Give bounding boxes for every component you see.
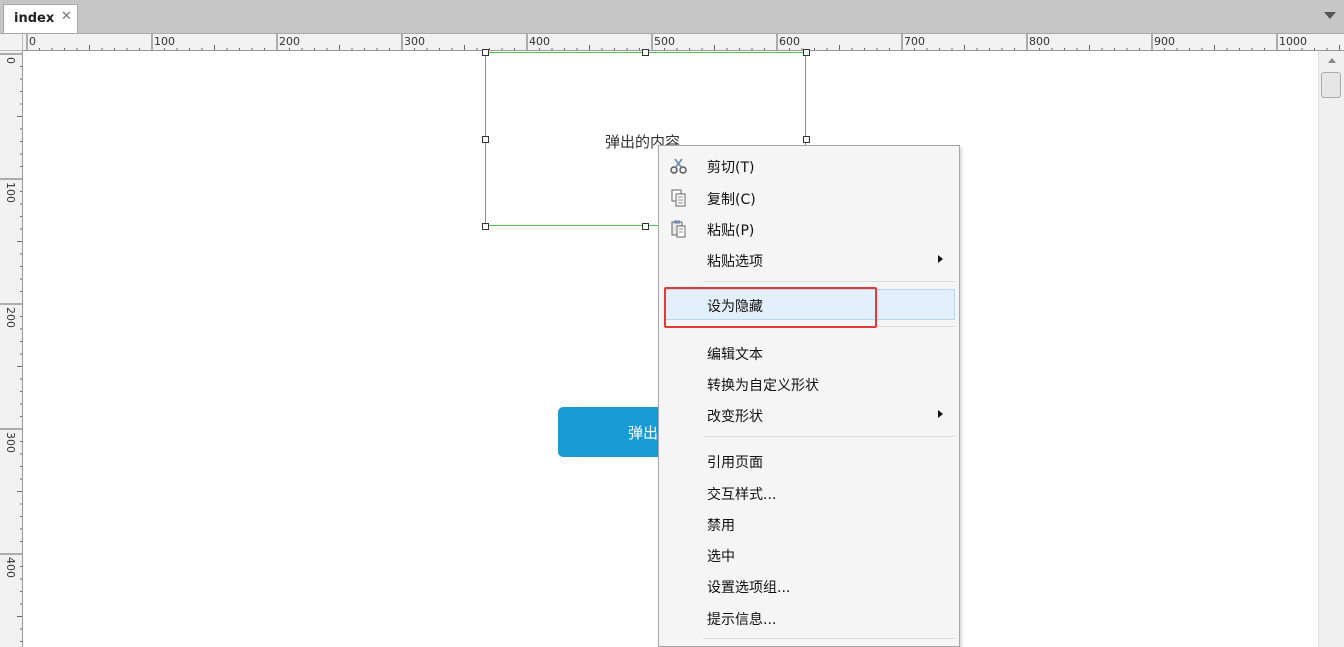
submenu-arrow-icon: [938, 255, 943, 263]
ruler-label-top: 0: [29, 35, 36, 48]
menu-separator: [703, 638, 955, 639]
menu-item-label: 提示信息...: [707, 612, 777, 628]
copy-icon: [671, 189, 686, 207]
menu-item-label: 复制(C): [707, 192, 756, 208]
menu-item-paste[interactable]: 粘贴(P): [660, 215, 958, 243]
resize-handle-middle-right[interactable]: [803, 136, 810, 143]
ruler-label-top: 1000: [1279, 35, 1307, 48]
vertical-scrollbar[interactable]: [1318, 51, 1344, 647]
scissors-icon: [670, 158, 687, 174]
ruler-label-top: 800: [1029, 35, 1050, 48]
ruler-label-top: 400: [529, 35, 550, 48]
resize-handle-top-center[interactable]: [642, 49, 649, 56]
menu-item-copy[interactable]: 复制(C): [660, 184, 958, 212]
scroll-thumb[interactable]: [1321, 72, 1341, 98]
menu-item-change-shape[interactable]: 改变形状: [660, 401, 958, 429]
menu-item-cut[interactable]: 剪切(T): [660, 152, 958, 180]
tab-index[interactable]: index ✕: [3, 4, 78, 33]
menu-item-paste-options[interactable]: 粘贴选项: [660, 246, 958, 274]
ruler-label-left: 100: [4, 182, 17, 203]
ruler-label-left: 200: [4, 307, 17, 328]
menu-item-label: 转换为自定义形状: [707, 378, 819, 394]
menu-item-edit-text[interactable]: 编辑文本: [660, 339, 958, 367]
menu-item-label: 改变形状: [707, 409, 763, 425]
ruler-horizontal: 0 100 200 300 400 500 600 700 800 900 1000: [23, 34, 1344, 51]
close-icon[interactable]: ✕: [61, 9, 72, 24]
ruler-corner: [0, 34, 23, 51]
menu-item-tooltip[interactable]: 提示信息...: [660, 604, 958, 632]
popup-trigger-label: 弹出: [628, 424, 659, 442]
menu-item-label: 粘贴(P): [707, 223, 755, 239]
menu-item-label: 剪切(T): [707, 160, 755, 176]
resize-handle-bottom-left[interactable]: [482, 223, 489, 230]
paste-icon: [671, 220, 686, 238]
resize-handle-middle-left[interactable]: [482, 136, 489, 143]
menu-item-disable[interactable]: 禁用: [660, 510, 958, 538]
submenu-arrow-icon: [938, 410, 943, 418]
ruler-label-top: 700: [904, 35, 925, 48]
menu-item-label: 引用页面: [707, 455, 763, 471]
ruler-label-left: 400: [4, 557, 17, 578]
chevron-down-icon[interactable]: [1324, 12, 1336, 19]
menu-item-selected[interactable]: 选中: [660, 541, 958, 569]
ruler-label-top: 300: [404, 35, 425, 48]
tab-bar: index ✕: [0, 0, 1344, 34]
menu-item-label: 选中: [707, 549, 735, 565]
annotation-highlight-box: [664, 287, 877, 328]
menu-item-reference-page[interactable]: 引用页面: [660, 447, 958, 475]
menu-item-label: 禁用: [707, 518, 735, 534]
context-menu: 剪切(T) 复制(C) 粘贴(P) 粘贴选项 设为隐藏 编辑文本 转换为自定义形…: [658, 145, 960, 647]
menu-item-label: 设置选项组...: [707, 580, 791, 596]
resize-handle-top-right[interactable]: [803, 49, 810, 56]
tab-label: index: [14, 11, 55, 26]
scroll-up-arrow-icon[interactable]: [1328, 58, 1336, 63]
menu-separator: [703, 281, 955, 282]
menu-item-interaction-styles[interactable]: 交互样式...: [660, 479, 958, 507]
ruler-label-left: 0: [4, 57, 17, 64]
resize-handle-bottom-center[interactable]: [642, 223, 649, 230]
ruler-label-top: 900: [1154, 35, 1175, 48]
ruler-label-top: 100: [154, 35, 175, 48]
ruler-label-top: 600: [779, 35, 800, 48]
menu-item-label: 编辑文本: [707, 347, 763, 363]
menu-item-label: 交互样式...: [707, 487, 777, 503]
menu-item-convert-custom-shape[interactable]: 转换为自定义形状: [660, 370, 958, 398]
ruler-label-top: 200: [279, 35, 300, 48]
menu-item-option-group[interactable]: 设置选项组...: [660, 572, 958, 600]
resize-handle-top-left[interactable]: [482, 49, 489, 56]
ruler-label-left: 300: [4, 432, 17, 453]
ruler-label-top: 500: [654, 35, 675, 48]
ruler-vertical: 0 100 200 300 400: [0, 51, 23, 647]
menu-item-label: 粘贴选项: [707, 254, 763, 270]
menu-separator: [703, 436, 955, 437]
